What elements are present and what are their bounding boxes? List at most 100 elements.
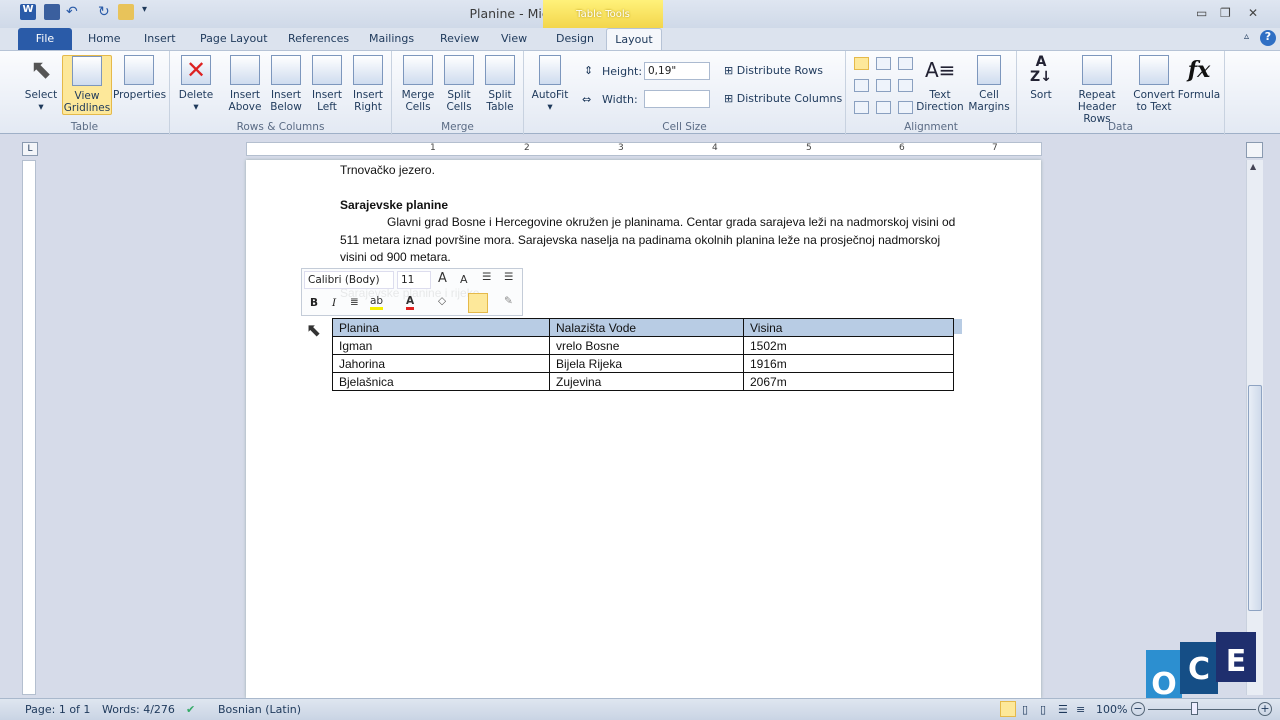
tab-design[interactable]: Design	[546, 28, 604, 50]
draft-icon[interactable]: ≡	[1076, 703, 1085, 716]
merge-cells-button[interactable]: Merge Cells	[398, 55, 438, 113]
table-cell[interactable]: 1502m	[743, 336, 954, 355]
tab-insert[interactable]: Insert	[134, 28, 186, 50]
label: Insert	[229, 89, 261, 101]
mountains-table[interactable]: Planina Nalazišta Vode Visina Igman vrelo…	[332, 318, 954, 391]
format-painter-icon[interactable]: ✎	[504, 295, 513, 307]
decrease-indent-icon[interactable]: ☰	[482, 271, 491, 283]
table-cell[interactable]: Igman	[332, 336, 550, 355]
align-bottom-center-button[interactable]	[876, 101, 891, 114]
zoom-slider-thumb[interactable]	[1191, 702, 1198, 715]
minimize-icon[interactable]: ▭	[1196, 6, 1207, 20]
sort-button[interactable]: A Z↓ Sort	[1023, 55, 1059, 102]
split-table-button[interactable]: Split Table	[481, 55, 519, 113]
select-button[interactable]: ⬉ Select ▾	[22, 55, 60, 113]
vertical-ruler[interactable]	[22, 160, 36, 695]
table-cell[interactable]: Jahorina	[332, 354, 550, 373]
tab-references[interactable]: References	[278, 28, 359, 50]
align-center-button[interactable]	[876, 79, 891, 92]
document-page[interactable]: Trnovačko jezero. Sarajevske planine Gla…	[246, 160, 1041, 698]
zoom-out-button[interactable]: −	[1131, 702, 1145, 716]
label: Margins	[968, 101, 1010, 113]
print-layout-icon[interactable]	[1000, 701, 1016, 717]
table-cell[interactable]: Bijela Rijeka	[549, 354, 744, 373]
align-bottom-left-button[interactable]	[854, 101, 869, 114]
align-top-right-button[interactable]	[898, 57, 913, 70]
distribute-columns-button[interactable]: ⊞ Distribute Columns	[724, 92, 842, 105]
increase-indent-icon[interactable]: ☰	[504, 271, 513, 283]
header-cell[interactable]: Nalazišta Vode	[549, 318, 744, 337]
tab-home[interactable]: Home	[78, 28, 130, 50]
autofit-button[interactable]: AutoFit ▾	[530, 55, 570, 113]
scrollbar-thumb[interactable]	[1248, 385, 1262, 611]
zoom-level[interactable]: 100%	[1096, 703, 1127, 716]
table-cell[interactable]: 2067m	[743, 372, 954, 391]
outline-icon[interactable]: ☰	[1058, 703, 1068, 716]
restore-icon[interactable]: ❐	[1220, 6, 1231, 20]
language[interactable]: Bosnian (Latin)	[218, 703, 301, 716]
horizontal-ruler[interactable]: 1 2 3 4 5 6 7	[246, 142, 1042, 156]
tab-page-layout[interactable]: Page Layout	[190, 28, 278, 50]
minimize-ribbon-icon[interactable]: ▵	[1244, 31, 1249, 42]
cell-margins-icon	[977, 55, 1001, 85]
shrink-font-icon[interactable]: A	[460, 273, 468, 286]
table-cell[interactable]: 1916m	[743, 354, 954, 373]
font-size-dropdown[interactable]: 11	[397, 271, 431, 289]
word-count[interactable]: Words: 4/276	[102, 703, 175, 716]
zoom-in-button[interactable]: +	[1258, 702, 1272, 716]
tab-view[interactable]: View	[491, 28, 537, 50]
delete-button[interactable]: ✕ Delete ▾	[176, 55, 216, 113]
autofit-icon	[539, 55, 561, 85]
highlight-icon[interactable]: ab	[370, 295, 384, 310]
view-gridlines-button[interactable]: View Gridlines	[62, 55, 112, 115]
view-ruler-toggle[interactable]	[1246, 142, 1263, 158]
align-top-left-button[interactable]	[854, 57, 869, 70]
web-layout-icon[interactable]: ▯	[1040, 703, 1046, 716]
label: Sort	[1030, 89, 1052, 101]
borders-icon[interactable]	[468, 293, 488, 313]
bold-button[interactable]: B	[310, 297, 318, 309]
table-cell[interactable]: Zujevina	[549, 372, 744, 391]
shading-icon[interactable]: ◇	[438, 295, 446, 307]
width-input[interactable]	[644, 90, 710, 108]
center-align-icon[interactable]: ≣	[350, 296, 359, 308]
align-center-left-button[interactable]	[854, 79, 869, 92]
repeat-header-rows-button[interactable]: Repeat Header Rows	[1063, 55, 1131, 125]
header-cell[interactable]: Visina	[743, 318, 954, 337]
height-input[interactable]: 0,19"	[644, 62, 710, 80]
split-cells-button[interactable]: Split Cells	[440, 55, 478, 113]
grow-font-icon[interactable]: A	[438, 271, 447, 286]
full-screen-reading-icon[interactable]: ▯	[1022, 703, 1028, 716]
formula-button[interactable]: fx Formula	[1177, 55, 1221, 101]
vertical-scrollbar[interactable]: ▲	[1246, 160, 1263, 695]
tab-layout[interactable]: Layout	[606, 28, 662, 50]
tab-selector[interactable]: L	[22, 142, 38, 156]
font-name-dropdown[interactable]: Calibri (Body)	[304, 271, 394, 289]
close-icon[interactable]: ✕	[1248, 6, 1258, 20]
italic-button[interactable]: I	[332, 297, 336, 309]
insert-above-button[interactable]: Insert Above	[226, 55, 264, 113]
insert-right-button[interactable]: Insert Right	[349, 55, 387, 113]
tab-file[interactable]: File	[18, 28, 72, 50]
tab-mailings[interactable]: Mailings	[359, 28, 424, 50]
table-cell[interactable]: Bjelašnica	[332, 372, 550, 391]
insert-below-button[interactable]: Insert Below	[267, 55, 305, 113]
help-icon[interactable]: ?	[1260, 30, 1276, 46]
page-count[interactable]: Page: 1 of 1	[25, 703, 90, 716]
tab-review[interactable]: Review	[430, 28, 489, 50]
table-cell[interactable]: vrelo Bosne	[549, 336, 744, 355]
text-direction-button[interactable]: A≡ Text Direction	[916, 55, 964, 113]
align-bottom-right-button[interactable]	[898, 101, 913, 114]
proofing-icon[interactable]: ✔	[186, 703, 195, 716]
insert-left-button[interactable]: Insert Left	[308, 55, 346, 113]
zoom-slider[interactable]	[1148, 709, 1256, 710]
properties-button[interactable]: Properties	[113, 55, 166, 101]
scroll-up-icon[interactable]: ▲	[1250, 162, 1256, 171]
font-color-icon[interactable]: A	[406, 295, 415, 310]
align-top-center-button[interactable]	[876, 57, 891, 70]
header-cell[interactable]: Planina	[332, 318, 550, 337]
cell-margins-button[interactable]: Cell Margins	[966, 55, 1012, 113]
align-center-right-button[interactable]	[898, 79, 913, 92]
convert-to-text-button[interactable]: Convert to Text	[1133, 55, 1175, 113]
distribute-rows-button[interactable]: ⊞ Distribute Rows	[724, 64, 823, 77]
